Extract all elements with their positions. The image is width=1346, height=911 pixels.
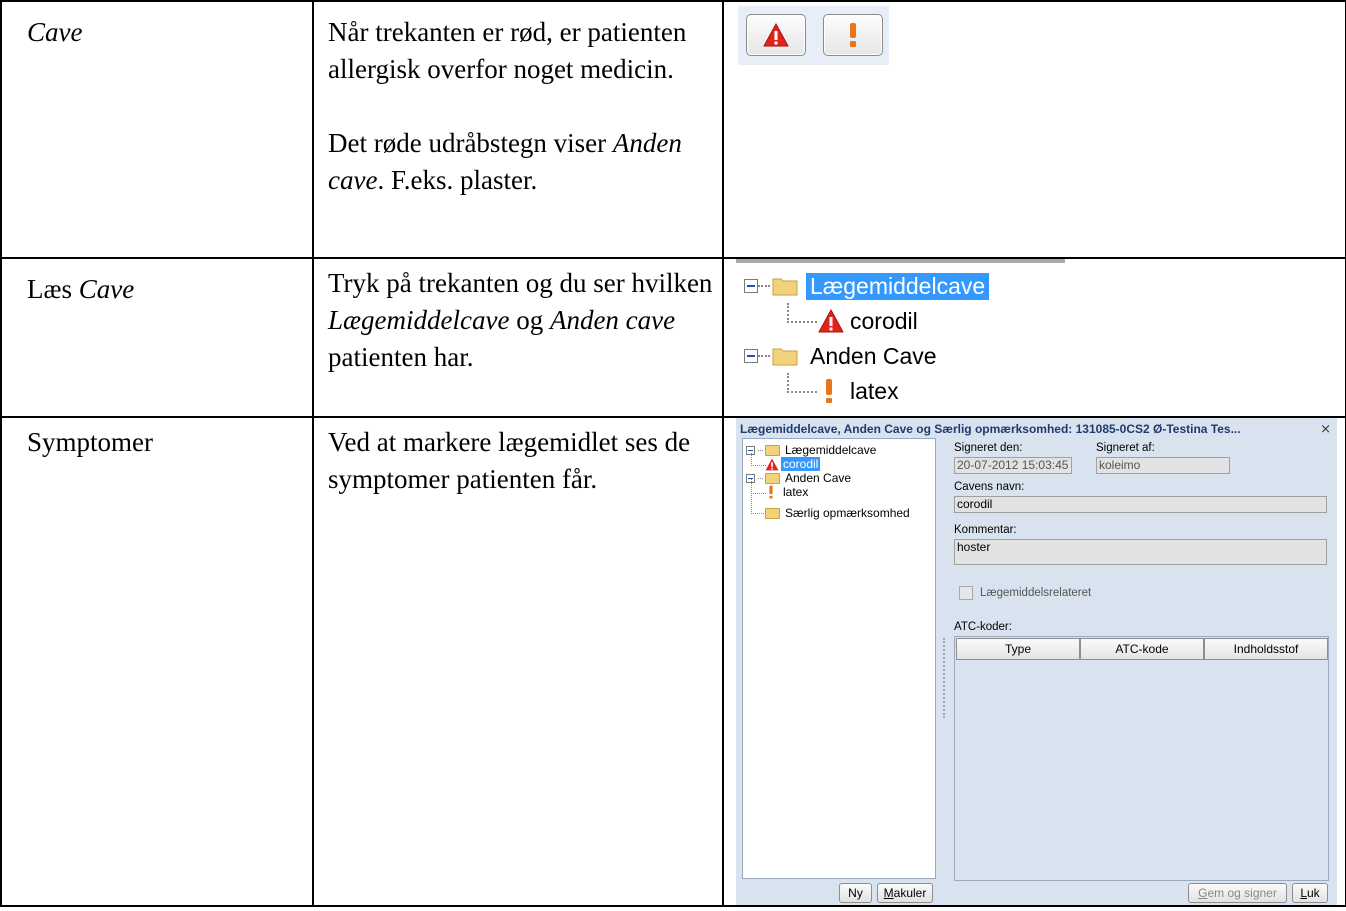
tree-node-latex[interactable]: latex bbox=[824, 374, 899, 408]
warning-triangle-icon bbox=[765, 458, 779, 470]
collapse-icon[interactable] bbox=[744, 349, 758, 363]
cell-description: Tryk på trekanten og du ser hvilken Læge… bbox=[312, 257, 724, 418]
cell-illustration: Lægemiddelcave corodil Anden Cave latex bbox=[722, 257, 1346, 418]
signed-on-label: Signeret den: bbox=[954, 442, 1023, 454]
cave-dialog: Lægemiddelcave, Anden Cave og Særlig opm… bbox=[736, 418, 1337, 905]
signed-by-label: Signeret af: bbox=[1096, 442, 1155, 454]
atc-codes-table: Type ATC-kode Indholdsstof bbox=[954, 636, 1329, 881]
description-paragraph: Tryk på trekanten og du ser hvilken Læge… bbox=[328, 268, 713, 372]
column-header-substance[interactable]: Indholdsstof bbox=[1204, 638, 1328, 660]
exclamation-icon bbox=[769, 485, 773, 499]
comment-field[interactable]: hoster bbox=[954, 539, 1327, 565]
dialog-title: Lægemiddelcave, Anden Cave og Særlig opm… bbox=[740, 422, 1241, 436]
cell-description: Ved at markere lægemidlet ses de symptom… bbox=[312, 416, 724, 907]
table-row: Symptomer Ved at markere lægemidlet ses … bbox=[0, 416, 1346, 907]
description-paragraph-2: Det røde udråbstegn viser Anden cave. F.… bbox=[328, 128, 682, 195]
cave-tree: Lægemiddelcave corodil Anden Cave latex bbox=[736, 259, 1065, 414]
tree-label-drug-cave: Lægemiddelcave bbox=[785, 443, 877, 457]
other-cave-button[interactable] bbox=[823, 14, 883, 56]
exclamation-icon bbox=[826, 379, 832, 403]
folder-icon bbox=[772, 348, 798, 366]
signed-by-field: koleimo bbox=[1096, 457, 1230, 474]
folder-icon bbox=[765, 472, 780, 484]
tree-node-latex[interactable]: latex bbox=[768, 485, 808, 499]
description-paragraph: Ved at markere lægemidlet ses de symptom… bbox=[328, 427, 691, 494]
tree-node-corodil[interactable]: corodil bbox=[818, 304, 918, 338]
cave-name-field[interactable]: corodil bbox=[954, 496, 1327, 513]
warning-triangle-icon bbox=[763, 23, 789, 47]
column-header-type[interactable]: Type bbox=[956, 638, 1080, 660]
drug-related-checkbox[interactable] bbox=[959, 586, 973, 600]
cell-illustration: Lægemiddelcave, Anden Cave og Særlig opm… bbox=[722, 416, 1346, 907]
folder-icon bbox=[765, 507, 780, 519]
close-icon[interactable]: ⨯ bbox=[1320, 421, 1331, 437]
cave-name-label: Cavens navn: bbox=[954, 481, 1025, 493]
term-read-cave: Læs Cave bbox=[27, 274, 135, 304]
new-button[interactable]: Ny bbox=[839, 883, 872, 903]
description-paragraph: Når trekanten er rød, er patienten aller… bbox=[328, 17, 687, 84]
save-sign-button[interactable]: Gem og signer bbox=[1188, 883, 1287, 903]
cave-icon-bar bbox=[738, 6, 889, 65]
tree-node-drug-cave[interactable]: Lægemiddelcave bbox=[744, 269, 990, 303]
cell-illustration bbox=[722, 0, 1346, 259]
folder-icon bbox=[772, 278, 798, 296]
cell-description: Når trekanten er rød, er patienten aller… bbox=[312, 0, 724, 259]
document-table: Cave Når trekanten er rød, er patienten … bbox=[0, 0, 1346, 907]
comment-label: Kommentar: bbox=[954, 524, 1017, 536]
tree-label-latex: latex bbox=[783, 485, 809, 499]
cave-warning-button[interactable] bbox=[746, 14, 806, 56]
table-row: Cave Når trekanten er rød, er patienten … bbox=[0, 0, 1346, 259]
tree-label-corodil: corodil bbox=[850, 307, 918, 334]
cell-term: Symptomer bbox=[0, 416, 314, 907]
term-cave: Cave bbox=[27, 17, 83, 47]
folder-icon bbox=[765, 444, 780, 456]
tree-label-special-attention: Særlig opmærksomhed bbox=[785, 506, 910, 520]
column-header-atc-code[interactable]: ATC-kode bbox=[1080, 638, 1204, 660]
tree-label-drug-cave: Lægemiddelcave bbox=[806, 272, 990, 300]
table-row: Læs Cave Tryk på trekanten og du ser hvi… bbox=[0, 257, 1346, 418]
tree-node-other-cave[interactable]: Anden Cave bbox=[744, 339, 937, 373]
pane-splitter[interactable] bbox=[943, 638, 945, 718]
tree-label-corodil: corodil bbox=[781, 457, 821, 471]
cell-term: Cave bbox=[0, 0, 314, 259]
cave-tree-pane: Lægemiddelcave corodil Anden Cave latex … bbox=[742, 438, 936, 879]
warning-triangle-icon bbox=[818, 309, 844, 333]
cancel-record-button[interactable]: Makuler bbox=[877, 883, 933, 903]
exclamation-icon bbox=[850, 23, 856, 47]
signed-on-field: 20-07-2012 15:03:45 bbox=[954, 457, 1072, 474]
tree-node-corodil[interactable]: corodil bbox=[765, 457, 821, 471]
tree-node-special-attention[interactable]: Særlig opmærksomhed bbox=[765, 506, 910, 520]
tree-label-other-cave: Anden Cave bbox=[810, 342, 937, 369]
term-symptoms: Symptomer bbox=[27, 427, 153, 457]
tree-label-other-cave: Anden Cave bbox=[785, 471, 852, 485]
cell-term: Læs Cave bbox=[0, 257, 314, 418]
collapse-icon[interactable] bbox=[744, 279, 758, 293]
atc-label: ATC-koder: bbox=[954, 621, 1012, 633]
drug-related-label: Lægemiddelsrelateret bbox=[980, 587, 1092, 599]
close-button[interactable]: Luk bbox=[1292, 883, 1328, 903]
tree-label-latex: latex bbox=[850, 377, 899, 404]
